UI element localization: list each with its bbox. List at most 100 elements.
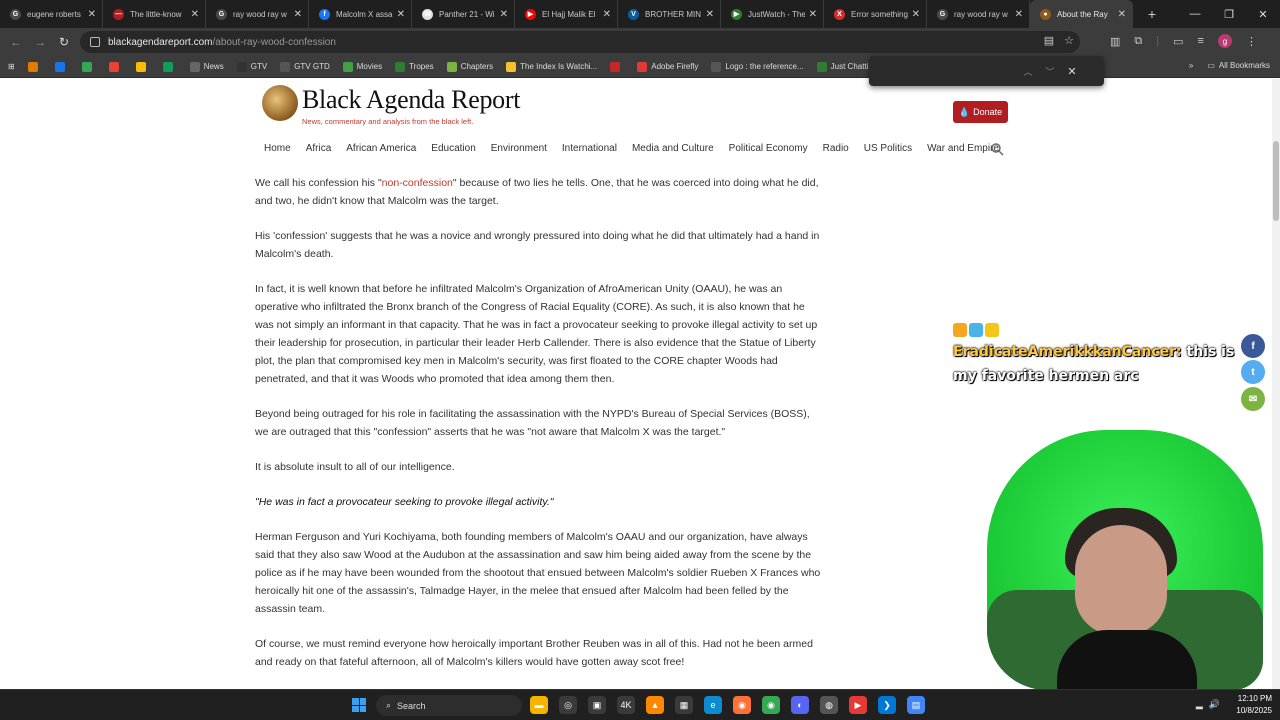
maximize-icon[interactable]: ❐ [1212, 8, 1246, 21]
bookmark-item[interactable]: Chapters [446, 61, 493, 72]
bookmark-item[interactable]: GTV [236, 61, 267, 72]
tab-close-icon[interactable]: ✕ [294, 9, 302, 20]
tab[interactable]: Geugene roberts ✕ [0, 0, 103, 28]
media-icon[interactable]: ▶ [849, 696, 867, 714]
nav-link[interactable]: Political Economy [729, 143, 808, 154]
tab-close-icon[interactable]: ✕ [603, 9, 611, 20]
chevron-right-icon[interactable]: » [1189, 61, 1193, 70]
bookmark-item[interactable] [135, 61, 150, 72]
tab[interactable]: ● About the Ray ✕ [1030, 0, 1133, 28]
network-icon[interactable]: ▂ [1196, 699, 1203, 710]
4k-icon[interactable]: 4K [617, 696, 635, 714]
cast-icon[interactable]: ▭ [1173, 35, 1183, 48]
clock[interactable]: 12:10 PM 10/8/2025 [1236, 693, 1272, 717]
nav-link[interactable]: African America [346, 143, 416, 154]
taskbar-search[interactable]: ⌕ Search [376, 695, 522, 716]
bookmark-item[interactable]: Tropes [395, 61, 434, 72]
email-icon[interactable]: ✉ [1241, 387, 1265, 411]
minimize-icon[interactable]: — [1178, 8, 1212, 20]
chrome-icon[interactable]: ◉ [762, 696, 780, 714]
nav-link[interactable]: Home [264, 143, 291, 154]
reload-icon[interactable]: ↻ [52, 35, 76, 49]
firefox-icon[interactable]: ◉ [733, 696, 751, 714]
bookmark-item[interactable]: The Index Is Watchi... [506, 61, 597, 72]
forward-icon[interactable]: → [28, 35, 52, 49]
tab-close-icon[interactable]: ✕ [1118, 9, 1126, 20]
nav-link[interactable]: Africa [306, 143, 332, 154]
apps-grid-icon[interactable]: ⊞ [8, 62, 15, 71]
tab-close-icon[interactable]: ✕ [500, 9, 508, 20]
bookmark-item[interactable] [610, 61, 624, 72]
downloads-icon[interactable]: ≡ [1198, 35, 1204, 47]
url-input[interactable]: blackagendareport.com/about-ray-wood-con… [80, 31, 1080, 53]
discord-icon[interactable]: ◐ [791, 696, 809, 714]
site-info-icon[interactable] [90, 37, 100, 47]
xbox-icon[interactable]: ▣ [588, 696, 606, 714]
tab[interactable]: ▶ El Hajj Malik El ✕ [515, 0, 618, 28]
bookmark-item[interactable] [108, 61, 123, 72]
donate-button[interactable]: 💧 Donate [953, 101, 1008, 123]
tab-close-icon[interactable]: ✕ [809, 9, 817, 20]
all-bookmarks-button[interactable]: » ▭ All Bookmarks [1189, 61, 1270, 70]
tab[interactable]: Gray wood ray w ✕ [206, 0, 309, 28]
bookmark-item[interactable] [27, 61, 42, 72]
tab[interactable]: Gray wood ray w ✕ [927, 0, 1030, 28]
bookmark-item[interactable] [81, 61, 96, 72]
nav-link[interactable]: Education [431, 143, 475, 154]
tab[interactable]: ▶ JustWatch - The ✕ [721, 0, 824, 28]
media-icon[interactable]: ▥ [1110, 35, 1120, 48]
nav-link[interactable]: Media and Culture [632, 143, 714, 154]
tab[interactable]: X Error something ✕ [824, 0, 927, 28]
find-input[interactable] [877, 65, 1017, 77]
tab-close-icon[interactable]: ✕ [706, 9, 714, 20]
vscode-icon[interactable]: ❯ [878, 696, 896, 714]
edge-icon[interactable]: e [704, 696, 722, 714]
new-tab-icon[interactable]: + [1143, 6, 1161, 22]
find-prev-icon[interactable]: ︿ [1017, 65, 1039, 78]
bookmark-item[interactable] [162, 61, 177, 72]
back-icon[interactable]: ← [4, 35, 28, 49]
menu-icon[interactable]: ⋮ [1246, 35, 1257, 48]
extensions-icon[interactable]: ⧉ [1134, 35, 1142, 48]
tab[interactable]: W Panther 21 - Wi ✕ [412, 0, 515, 28]
site-logo[interactable] [262, 85, 298, 121]
windows-start-icon[interactable] [352, 698, 366, 712]
tab-close-icon[interactable]: ✕ [88, 9, 96, 20]
tab[interactable]: — The little-know ✕ [103, 0, 206, 28]
bookmark-item[interactable]: Logo : the reference... [711, 61, 804, 72]
vlc-icon[interactable]: ▲ [646, 696, 664, 714]
nav-link[interactable]: US Politics [864, 143, 912, 154]
nav-link[interactable]: Environment [491, 143, 547, 154]
volume-icon[interactable]: 🔊 [1209, 699, 1220, 710]
file-explorer-icon[interactable]: ▬ [530, 696, 548, 714]
bookmark-item[interactable]: News [189, 61, 224, 72]
page-scrollbar[interactable] [1272, 79, 1280, 689]
find-next-icon[interactable]: ﹀ [1039, 65, 1061, 78]
obs-icon[interactable]: ◍ [820, 696, 838, 714]
nav-link[interactable]: Radio [823, 143, 849, 154]
docs-icon[interactable]: ▤ [907, 696, 925, 714]
nav-link[interactable]: International [562, 143, 617, 154]
tab[interactable]: f Malcolm X assa ✕ [309, 0, 412, 28]
search-icon[interactable] [990, 142, 1004, 156]
bookmark-item[interactable] [54, 61, 69, 72]
non-confession-link[interactable]: non-confession [382, 177, 453, 189]
bookmark-item[interactable]: Movies [342, 61, 382, 72]
bookmark-star-icon[interactable]: ☆ [1064, 34, 1074, 47]
site-title[interactable]: Black Agenda Report [302, 85, 520, 115]
nav-link[interactable]: War and Empire [927, 143, 999, 154]
close-icon[interactable]: ✕ [1246, 8, 1280, 21]
scrollbar-thumb[interactable] [1273, 141, 1279, 221]
bookmark-item[interactable]: GTV GTD [280, 61, 330, 72]
tab-close-icon[interactable]: ✕ [912, 9, 920, 20]
bookmark-item[interactable]: Adobe Firefly [637, 61, 698, 72]
profile-avatar[interactable]: g [1217, 34, 1232, 48]
reader-mode-icon[interactable]: ▤ [1044, 34, 1054, 47]
tab-close-icon[interactable]: ✕ [397, 9, 405, 20]
tab[interactable]: V BROTHER MIN ✕ [618, 0, 721, 28]
app-icon[interactable]: ▦ [675, 696, 693, 714]
find-close-icon[interactable]: ✕ [1061, 65, 1083, 78]
tab-close-icon[interactable]: ✕ [191, 9, 199, 20]
tab-close-icon[interactable]: ✕ [1015, 9, 1023, 20]
app-icon[interactable]: ◎ [559, 696, 577, 714]
